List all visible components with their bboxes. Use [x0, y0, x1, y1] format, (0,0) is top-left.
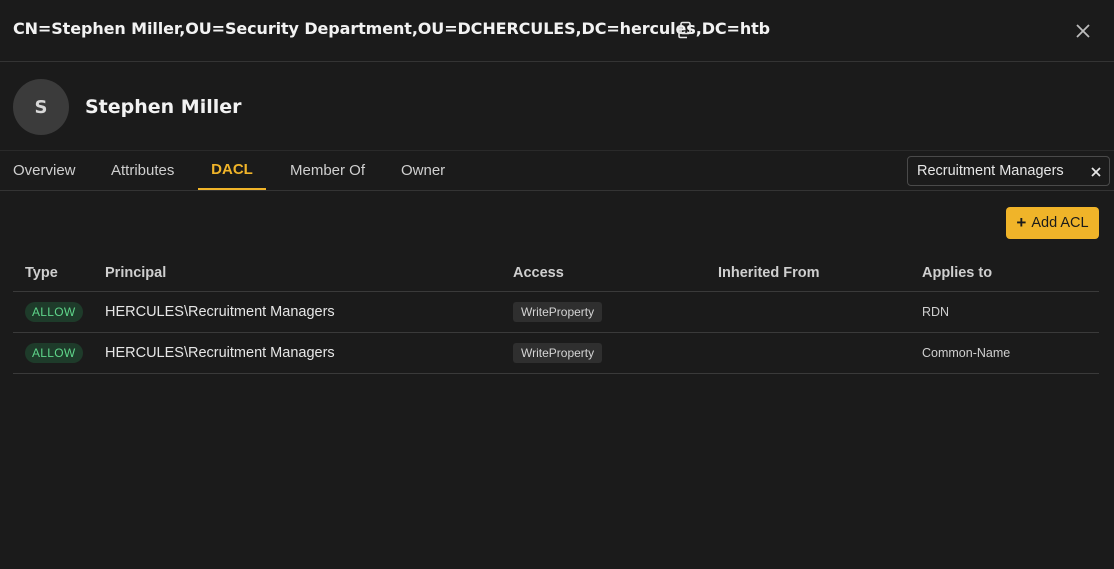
avatar: S [13, 79, 69, 135]
close-icon[interactable] [1072, 20, 1094, 42]
column-header-inherited-from: Inherited From [718, 265, 820, 281]
tab-member-of[interactable]: Member Of [290, 151, 365, 190]
allow-badge: ALLOW [25, 302, 83, 322]
tab-overview[interactable]: Overview [13, 151, 76, 190]
dialog-titlebar: CN=Stephen Miller,OU=Security Department… [0, 0, 1114, 62]
column-header-principal: Principal [105, 265, 167, 281]
column-header-type: Type [25, 265, 58, 281]
tab-attributes[interactable]: Attributes [111, 151, 174, 190]
principal-cell: HERCULES\Recruitment Managers [105, 345, 335, 361]
filter-box [907, 156, 1110, 186]
tab-dacl[interactable]: DACL [198, 151, 266, 190]
principal-cell: HERCULES\Recruitment Managers [105, 304, 335, 320]
tab-owner[interactable]: Owner [401, 151, 445, 190]
acl-table: Type Principal Access Inherited From App… [13, 254, 1099, 374]
column-header-applies-to: Applies to [922, 265, 993, 281]
add-acl-label: Add ACL [1031, 215, 1089, 231]
user-name: Stephen Miller [85, 96, 242, 118]
applies-to-cell: RDN [922, 305, 950, 319]
column-header-access: Access [513, 265, 564, 281]
acl-dialog: CN=Stephen Miller,OU=Security Department… [0, 0, 1114, 569]
allow-badge: ALLOW [25, 343, 83, 363]
table-header: Type Principal Access Inherited From App… [13, 254, 1099, 292]
add-acl-button[interactable]: + Add ACL [1006, 207, 1099, 239]
filter-input[interactable] [917, 157, 1082, 185]
close-icon[interactable] [1089, 164, 1103, 178]
distinguished-name-title: CN=Stephen Miller,OU=Security Department… [13, 19, 771, 38]
plus-icon: + [1016, 212, 1027, 232]
profile-header: S Stephen Miller [0, 63, 1114, 151]
access-chip: WriteProperty [513, 343, 603, 363]
table-row[interactable]: ALLOW HERCULES\Recruitment Managers Writ… [13, 292, 1099, 333]
tab-bar: Overview Attributes DACL Member Of Owner [0, 151, 1114, 191]
table-row[interactable]: ALLOW HERCULES\Recruitment Managers Writ… [13, 333, 1099, 374]
access-chip: WriteProperty [513, 302, 603, 322]
copy-icon[interactable] [676, 21, 692, 39]
applies-to-cell: Common-Name [922, 346, 1011, 360]
